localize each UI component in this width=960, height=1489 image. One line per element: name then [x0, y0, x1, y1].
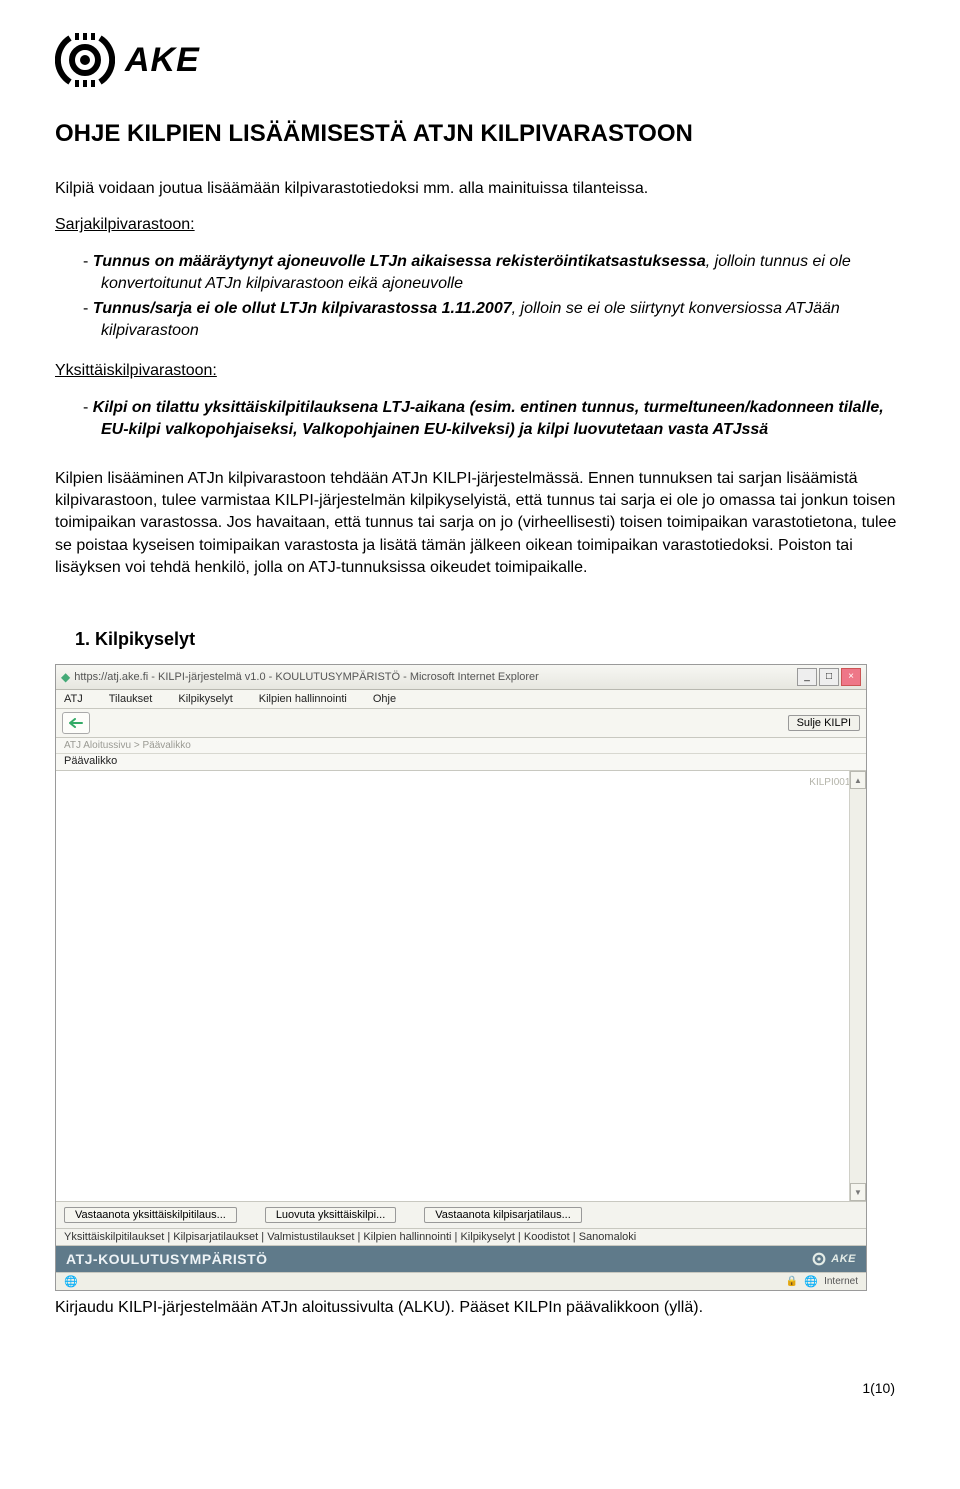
view-subtitle: Päävalikko	[56, 754, 866, 771]
close-kilpi-button[interactable]: Sulje KILPI	[788, 715, 860, 731]
lock-icon: 🔒	[786, 1276, 798, 1287]
screenshot-caption: Kirjaudu KILPI-järjestelmään ATJn aloitu…	[55, 1297, 905, 1319]
intro-text: Kilpiä voidaan joutua lisäämään kilpivar…	[55, 178, 905, 200]
menu-kilpien-hallinnointi[interactable]: Kilpien hallinnointi	[259, 693, 347, 705]
vertical-scrollbar[interactable]: ▲ ▼	[849, 771, 866, 1201]
sarja-item-1: Tunnus on määräytynyt ajoneuvolle LTJn a…	[83, 251, 905, 296]
deliver-single-plate-button[interactable]: Luovuta yksittäiskilpi...	[265, 1207, 396, 1223]
link-kilpien-hallinnointi[interactable]: Kilpien hallinnointi	[363, 1231, 451, 1243]
link-sanomaloki[interactable]: Sanomaloki	[579, 1231, 636, 1243]
brand-text: AKE	[125, 41, 200, 80]
sarja-item-2: Tunnus/sarja ei ole ollut LTJn kilpivara…	[83, 298, 905, 343]
back-button[interactable]	[62, 712, 90, 734]
page-title: OHJE KILPIEN LISÄÄMISESTÄ ATJN KILPIVARA…	[55, 120, 905, 148]
menu-kilpikyselyt[interactable]: Kilpikyselyt	[178, 693, 232, 705]
yksittais-list: Kilpi on tilattu yksittäiskilpitilauksen…	[55, 397, 905, 442]
environment-label: ATJ-KOULUTUSYMPÄRISTÖ	[66, 1251, 268, 1267]
window-close-button[interactable]: ×	[841, 668, 861, 686]
ake-mini-icon	[811, 1251, 827, 1267]
sarja-heading: Sarjakilpivarastoon:	[55, 214, 905, 236]
menubar: ATJ Tilaukset Kilpikyselyt Kilpien halli…	[56, 690, 866, 709]
window-titlebar: ◆ https://atj.ake.fi - KILPI-järjestelmä…	[56, 665, 866, 690]
brand-logo: AKE	[55, 30, 905, 90]
link-koodistot[interactable]: Koodistot	[524, 1231, 570, 1243]
menu-tilaukset[interactable]: Tilaukset	[109, 693, 153, 705]
favicon-icon: ◆	[61, 670, 70, 684]
sarja-list: Tunnus on määräytynyt ajoneuvolle LTJn a…	[55, 251, 905, 343]
action-button-row: Vastaanota yksittäiskilpitilaus... Luovu…	[56, 1202, 866, 1229]
menu-atj[interactable]: ATJ	[64, 693, 83, 705]
footer-links-row: Yksittäiskilpitilaukset | Kilpisarjatila…	[56, 1229, 866, 1246]
link-kilpisarjatilaukset[interactable]: Kilpisarjatilaukset	[173, 1231, 258, 1243]
back-arrow-icon	[69, 718, 83, 728]
receive-single-plate-order-button[interactable]: Vastaanota yksittäiskilpitilaus...	[64, 1207, 237, 1223]
browser-statusbar: 🌐 🔒 🌐 Internet	[56, 1272, 866, 1290]
window-maximize-button[interactable]: □	[819, 668, 839, 686]
yksittais-heading: Yksittäiskilpivarastoon:	[55, 360, 905, 382]
app-screenshot: ◆ https://atj.ake.fi - KILPI-järjestelmä…	[55, 664, 867, 1291]
link-yksittaiskilpitilaukset[interactable]: Yksittäiskilpitilaukset	[64, 1231, 164, 1243]
window-title: https://atj.ake.fi - KILPI-järjestelmä v…	[74, 671, 797, 683]
status-zone-label: Internet	[824, 1276, 858, 1287]
page-number: 1(10)	[55, 1380, 905, 1396]
scroll-down-icon[interactable]: ▼	[850, 1183, 866, 1201]
environment-bar: ATJ-KOULUTUSYMPÄRISTÖ AKE	[56, 1246, 866, 1272]
toolbar: Sulje KILPI	[56, 709, 866, 738]
scroll-up-icon[interactable]: ▲	[850, 771, 866, 789]
yksittais-item-1: Kilpi on tilattu yksittäiskilpitilauksen…	[83, 397, 905, 442]
section-1-heading: 1. Kilpikyselyt	[75, 629, 905, 650]
content-area: KILPI0010 ▲ ▼	[56, 771, 866, 1202]
receive-plate-series-order-button[interactable]: Vastaanota kilpisarjatilaus...	[424, 1207, 582, 1223]
globe-icon: 🌐	[64, 1275, 78, 1288]
window-minimize-button[interactable]: _	[797, 668, 817, 686]
link-kilpikyselyt[interactable]: Kilpikyselyt	[460, 1231, 514, 1243]
menu-ohje[interactable]: Ohje	[373, 693, 396, 705]
body-paragraph: Kilpien lisääminen ATJn kilpivarastoon t…	[55, 468, 905, 580]
zone-globe-icon: 🌐	[804, 1275, 818, 1288]
environment-brand: AKE	[811, 1251, 856, 1267]
breadcrumb: ATJ Aloitussivu > Päävalikko	[56, 738, 866, 754]
ake-logo-icon	[55, 30, 115, 90]
link-valmistustilaukset[interactable]: Valmistustilaukset	[267, 1231, 354, 1243]
